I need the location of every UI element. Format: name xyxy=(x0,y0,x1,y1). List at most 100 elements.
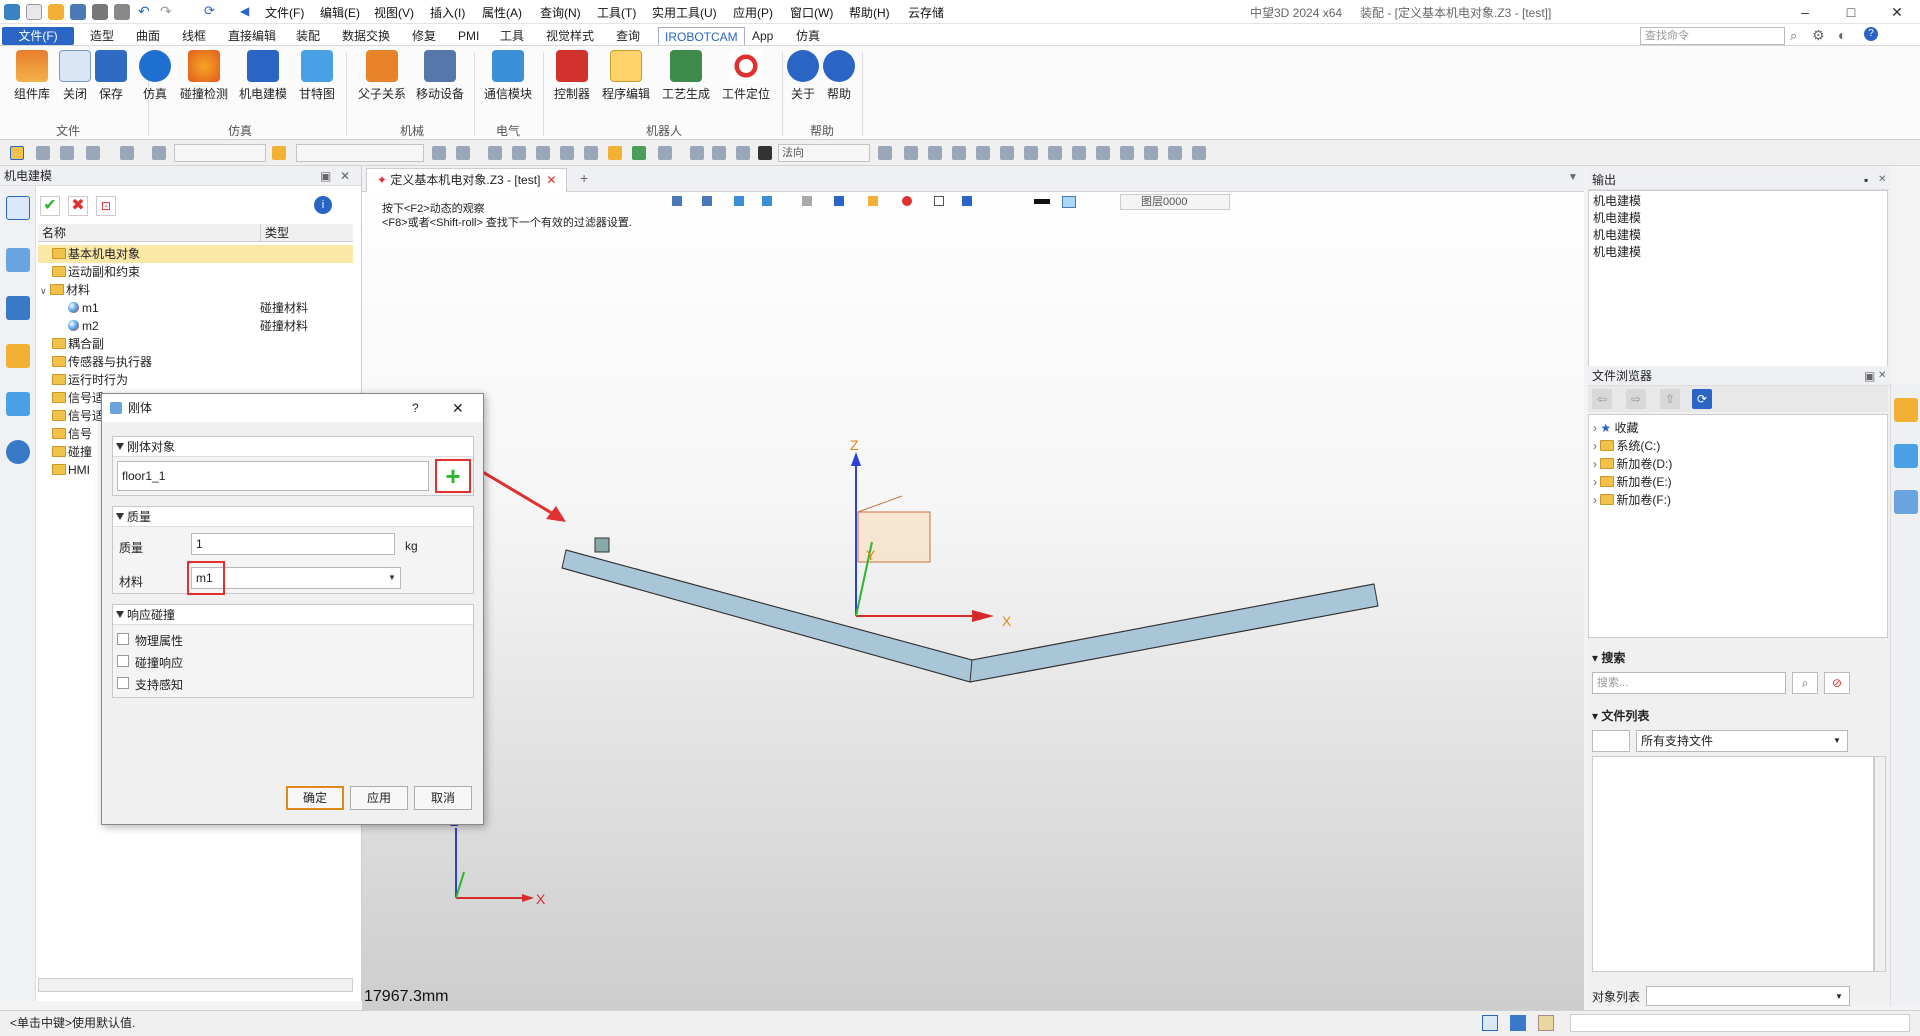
align-center-icon[interactable] xyxy=(512,146,526,160)
back-arrow-icon[interactable]: ◀ xyxy=(240,4,256,20)
menu-edit[interactable]: 编辑(E) xyxy=(320,4,360,21)
menu-file[interactable]: 文件(F) xyxy=(265,4,304,21)
circle2-icon[interactable] xyxy=(1048,146,1062,160)
new-file-icon[interactable] xyxy=(26,4,42,20)
cancel-x-icon[interactable]: ✖ xyxy=(68,196,88,216)
section-rigid-header[interactable]: 刚体对象 xyxy=(113,437,473,457)
fb-item-d[interactable]: › 新加卷(D:) xyxy=(1593,455,1672,472)
menu-insert[interactable]: 插入(I) xyxy=(430,4,465,21)
workpiece-locate-button[interactable]: 工件定位 xyxy=(719,50,773,116)
list-icon[interactable] xyxy=(736,146,750,160)
gantt-button[interactable]: 甘特图 xyxy=(290,50,344,116)
open-file-icon[interactable] xyxy=(48,4,64,20)
dialog-help-button[interactable]: ? xyxy=(412,394,419,422)
tab-app[interactable]: App xyxy=(746,27,779,45)
tree-row-m2[interactable]: m2 碰撞材料 xyxy=(38,317,353,335)
menu-apply[interactable]: 应用(P) xyxy=(733,4,773,21)
pick-icon[interactable] xyxy=(152,146,166,160)
mass-input[interactable]: 1 xyxy=(191,533,395,555)
help-icon[interactable]: ? xyxy=(1864,27,1878,41)
status-grid-icon[interactable] xyxy=(1482,1015,1498,1031)
selection-combo[interactable] xyxy=(174,144,266,162)
rigid-object-field[interactable]: floor1_1 xyxy=(117,461,429,491)
wave-icon[interactable] xyxy=(1072,146,1086,160)
command-search-input[interactable]: 查找命令 xyxy=(1640,27,1785,45)
image-icon[interactable] xyxy=(608,146,622,160)
maximize-button[interactable]: □ xyxy=(1828,0,1874,24)
close-window-button[interactable]: ✕ xyxy=(1874,0,1920,24)
redo-icon[interactable]: ↷ xyxy=(160,4,176,20)
menu-help[interactable]: 帮助(H) xyxy=(849,4,890,21)
section-collision-header[interactable]: 响应碰撞 xyxy=(113,605,473,625)
menu-tools[interactable]: 工具(T) xyxy=(597,4,636,21)
user-icon[interactable] xyxy=(6,440,30,464)
snap2-icon[interactable] xyxy=(456,146,470,160)
output-float-icon[interactable]: ▪ xyxy=(1864,170,1868,190)
physical-property-checkbox[interactable] xyxy=(117,633,129,645)
fb-item-e[interactable]: › 新加卷(E:) xyxy=(1593,473,1672,490)
circle-icon[interactable] xyxy=(1024,146,1038,160)
conveyor-beam[interactable] xyxy=(561,537,1379,683)
undo-icon[interactable]: ↶ xyxy=(138,4,154,20)
file-list-scrollbar[interactable] xyxy=(1874,756,1886,972)
tab-wireframe[interactable]: 线框 xyxy=(176,27,212,45)
cloud2-icon[interactable] xyxy=(1192,146,1206,160)
info-icon[interactable]: i xyxy=(314,196,332,214)
tab-repair[interactable]: 修复 xyxy=(406,27,442,45)
palette-strip-icon[interactable] xyxy=(1894,444,1918,468)
filter-combo[interactable] xyxy=(296,144,424,162)
pin-icon[interactable] xyxy=(584,146,598,160)
minimize-button[interactable]: – xyxy=(1782,0,1828,24)
dialog-close-button[interactable]: ✕ xyxy=(452,394,464,422)
fb-item-c[interactable]: › 系统(C:) xyxy=(1593,437,1660,454)
panel-close-icon[interactable]: ✕ xyxy=(340,166,350,186)
menu-attribute[interactable]: 属性(A) xyxy=(482,4,522,21)
status-list-icon[interactable] xyxy=(1538,1015,1554,1031)
cancel-button[interactable]: 取消 xyxy=(414,786,472,810)
menu-view[interactable]: 视图(V) xyxy=(374,4,414,21)
link-icon[interactable] xyxy=(712,146,726,160)
align-top-icon[interactable] xyxy=(560,146,574,160)
tab-irobotcam[interactable]: IROBOTCAM xyxy=(658,27,745,45)
shape-select-icon[interactable] xyxy=(120,146,134,160)
curve-icon[interactable] xyxy=(904,146,918,160)
fb-item-f[interactable]: › 新加卷(F:) xyxy=(1593,491,1671,508)
small-part[interactable] xyxy=(594,537,610,553)
scene-icon[interactable] xyxy=(6,392,30,416)
search-icon[interactable]: ⌕ xyxy=(1790,28,1797,44)
status-screen-icon[interactable] xyxy=(1510,1015,1526,1031)
move-device-button[interactable]: 移动设备 xyxy=(413,50,467,116)
group-icon[interactable] xyxy=(658,146,672,160)
angle-icon[interactable] xyxy=(1120,146,1134,160)
assembly-icon[interactable] xyxy=(6,248,30,272)
process-generate-button[interactable]: 工艺生成 xyxy=(659,50,713,116)
settings-gear-icon[interactable]: ⚙ xyxy=(1812,27,1825,44)
align-right-icon[interactable] xyxy=(536,146,550,160)
fb-search-input[interactable]: 搜索... xyxy=(1592,672,1786,694)
fb-back-icon[interactable]: ⇦ xyxy=(1592,389,1612,409)
help-button[interactable]: 帮助 xyxy=(812,50,866,116)
minus-icon[interactable] xyxy=(60,146,74,160)
tab-surface[interactable]: 曲面 xyxy=(130,27,166,45)
tab-assembly[interactable]: 装配 xyxy=(290,27,326,45)
object-list-select[interactable]: ▼ xyxy=(1646,986,1850,1006)
align-left-icon[interactable] xyxy=(488,146,502,160)
circle-play-icon[interactable] xyxy=(928,146,942,160)
float-icon[interactable]: ▣ xyxy=(320,166,331,186)
fb-clear-icon[interactable]: ⊘ xyxy=(1824,672,1850,694)
tree-row-materials[interactable]: ∨ 材料 xyxy=(38,281,353,299)
support-sensing-checkbox[interactable] xyxy=(117,677,129,689)
search-section-header[interactable]: ▾ 搜索 xyxy=(1588,648,1890,668)
tree-row-m1[interactable]: m1 碰撞材料 xyxy=(38,299,353,317)
program-edit-button[interactable]: 程序编辑 xyxy=(599,50,653,116)
communication-module-button[interactable]: 通信模块 xyxy=(481,50,535,116)
tree-row-motion-joints[interactable]: 运动副和约束 xyxy=(38,263,353,281)
print-icon[interactable] xyxy=(92,4,108,20)
menu-cloud[interactable]: 云存储 xyxy=(908,4,944,21)
tab-query[interactable]: 查询 xyxy=(610,27,646,45)
theme-icon[interactable]: ◐ xyxy=(1838,27,1846,43)
tree-horizontal-scrollbar[interactable] xyxy=(38,978,353,992)
normal-combo[interactable]: 法向 xyxy=(778,144,870,162)
slash-icon[interactable] xyxy=(1144,146,1158,160)
box-icon[interactable] xyxy=(6,344,30,368)
